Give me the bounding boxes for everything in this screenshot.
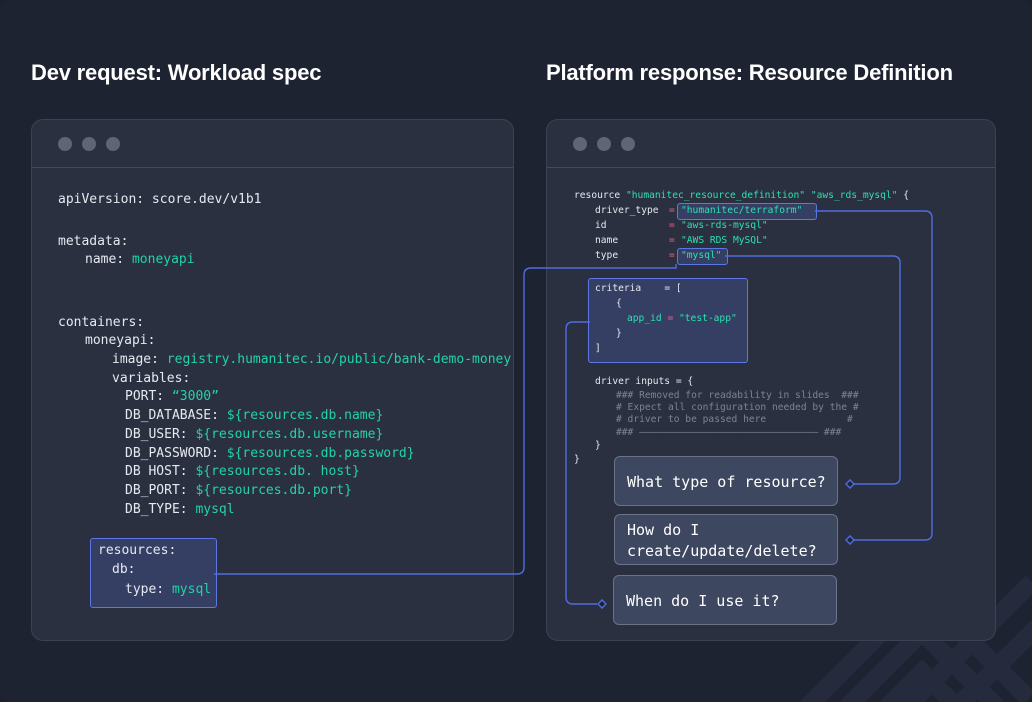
code-line-variables: variables:: [112, 371, 191, 386]
code-value: mysql: [195, 502, 235, 517]
code-line-db: db:: [112, 562, 136, 577]
code-key: id: [595, 220, 607, 231]
code-key: driver_type: [595, 205, 659, 216]
code-line-driver-inputs: driver inputs = {: [595, 376, 694, 387]
code-operator: =: [669, 220, 675, 231]
code-value: "AWS RDS MySQL": [681, 235, 768, 246]
code-line-field: type: [595, 250, 618, 261]
window-dot-icon: [621, 137, 635, 151]
code-value: "aws-rds-mysql": [681, 220, 768, 231]
code-line-variable: DB_PORT: ${resources.db.port}: [125, 483, 352, 498]
window-dot-icon: [597, 137, 611, 151]
code-comment: # Expect all configuration needed by the…: [616, 402, 859, 413]
code-line-variable: DB_PASSWORD: ${resources.db.password}: [125, 446, 415, 461]
code-operator: =: [669, 235, 675, 246]
code-value: ${resources.db.password}: [226, 446, 415, 461]
code-line-bracket: ]: [595, 343, 601, 354]
code-key: criteria: [595, 283, 642, 294]
code-key: name:: [85, 252, 125, 267]
code-line-name: name: moneyapi: [85, 252, 195, 267]
code-key: apiVersion:: [58, 192, 145, 207]
code-line-type: type: mysql: [125, 582, 211, 597]
code-line-variable: DB_TYPE: mysql: [125, 502, 235, 517]
code-line-containers: containers:: [58, 315, 145, 330]
callout-what-type: What type of resource?: [614, 456, 838, 506]
code-key: DB_PASSWORD:: [125, 446, 219, 461]
code-line-brace: }: [574, 454, 580, 465]
code-key: image:: [112, 352, 159, 367]
code-value: "aws_rds_mysql": [810, 190, 898, 201]
code-comment: ### Removed for readability in slides ##…: [616, 390, 859, 401]
code-line-brace: }: [616, 328, 622, 339]
code-keyword: resource: [574, 190, 621, 201]
code-key: DB_TYPE:: [125, 502, 188, 517]
code-value: ${resources.db.username}: [195, 427, 384, 442]
code-key: type:: [125, 582, 165, 597]
code-value: ${resources.db. host}: [195, 464, 360, 479]
code-line-variable: DB_DATABASE: ${resources.db.name}: [125, 408, 383, 423]
workload-spec-window: apiVersion: score.dev/v1b1 metadata: nam…: [31, 119, 514, 641]
workload-spec-code: apiVersion: score.dev/v1b1 metadata: nam…: [32, 120, 513, 608]
window-dot-icon: [573, 137, 587, 151]
code-operator: =: [667, 313, 674, 324]
code-value: "humanitec_resource_definition": [626, 190, 806, 201]
code-line-resource: resource "humanitec_resource_definition"…: [574, 190, 909, 201]
code-line-image: image: registry.humanitec.io/public/bank…: [112, 352, 511, 367]
code-value: moneyapi: [131, 252, 195, 267]
code-line-criteria: criteria = [: [595, 283, 682, 294]
code-line-variable: DB HOST: ${resources.db. host}: [125, 464, 360, 479]
code-operator: = [: [664, 283, 682, 294]
code-value: "humanitec/terraform": [681, 205, 803, 216]
code-value: mysql: [171, 582, 212, 597]
callout-how: How do I create/update/delete?: [614, 514, 838, 565]
code-key: DB_DATABASE:: [125, 408, 219, 423]
code-line-metadata: metadata:: [58, 234, 129, 249]
code-operator: =: [669, 250, 675, 261]
code-value: “3000”: [171, 389, 219, 404]
code-comment: ### ——————————————————————————————— ###: [616, 427, 842, 438]
code-value: score.dev/v1b1: [151, 192, 262, 207]
window-titlebar: [547, 120, 995, 168]
code-value: ${resources.db.name}: [226, 408, 384, 423]
code-line-container-name: moneyapi:: [85, 333, 156, 348]
code-value: "test-app": [679, 313, 737, 324]
code-key: DB_PORT:: [125, 483, 188, 498]
code-key: DB HOST:: [125, 464, 188, 479]
window-dot-icon: [82, 137, 96, 151]
heading-workload-spec: Dev request: Workload spec: [31, 60, 322, 85]
code-line-apiversion: apiVersion: score.dev/v1b1: [58, 192, 262, 207]
code-line-brace: }: [595, 440, 601, 451]
code-key: PORT:: [125, 389, 165, 404]
code-value: "mysql": [681, 250, 722, 261]
code-line-brace: {: [616, 298, 622, 309]
code-operator: =: [669, 205, 675, 216]
code-line-field: driver_type: [595, 205, 659, 216]
code-key: DB_USER:: [125, 427, 188, 442]
code-value: ${resources.db.port}: [195, 483, 352, 498]
code-brace: {: [903, 190, 910, 201]
window-dot-icon: [106, 137, 120, 151]
callout-when: When do I use it?: [613, 575, 837, 625]
diagram-canvas: Dev request: Workload spec Platform resp…: [0, 0, 1032, 702]
code-line-field: name: [595, 235, 618, 246]
code-key: name: [595, 235, 619, 246]
code-line-resources: resources:: [98, 543, 177, 558]
code-line-field: id: [595, 220, 607, 231]
code-key: app_id: [627, 313, 662, 324]
code-comment: # driver to be passed here #: [616, 414, 853, 425]
code-value: registry.humanitec.io/public/bank-demo-m…: [166, 352, 512, 367]
code-line-variable: PORT: “3000”: [125, 389, 219, 404]
code-line-app-id: app_id = "test-app": [627, 313, 737, 324]
heading-resource-definition: Platform response: Resource Definition: [546, 60, 953, 85]
code-key: type: [595, 250, 619, 261]
code-line-variable: DB_USER: ${resources.db.username}: [125, 427, 383, 442]
window-dot-icon: [58, 137, 72, 151]
window-titlebar: [32, 120, 513, 168]
